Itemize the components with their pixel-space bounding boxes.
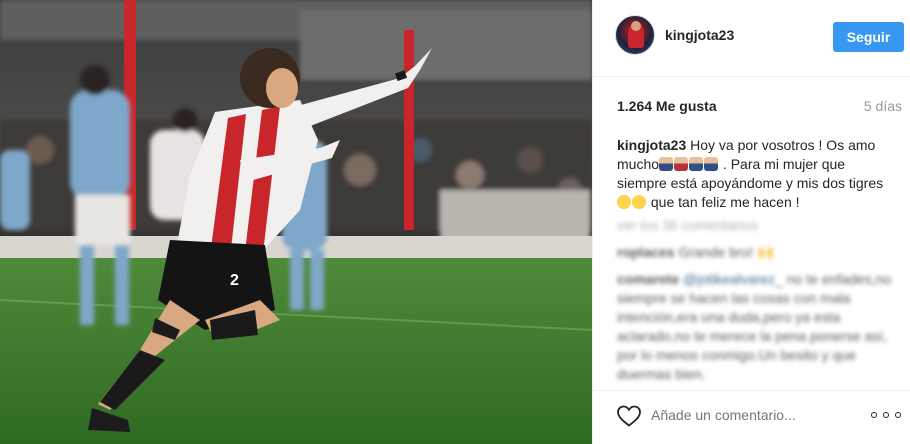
post-caption: kingjota23 Hoy va por vosotros ! Os amo … [617,136,887,212]
comment-text: no te enfades,no siempre se hacen las co… [617,271,892,382]
caption-username[interactable]: kingjota23 [617,137,686,153]
heart-icon[interactable] [616,404,642,428]
dot-icon [883,412,889,418]
post-sidebar: kingjota23 Seguir 1.264 Me gusta 5 días … [592,0,910,444]
load-more-comments[interactable]: ver los 36 comentarios [617,216,897,235]
avatar-head [631,21,641,31]
comment-username[interactable]: comarete [617,271,679,287]
caption-text-3: que tan feliz me hacen ! [650,194,800,210]
man-emoji-icon [689,157,704,171]
smiley-emoji-icon [617,195,631,209]
smiley-emoji-icon [632,195,646,209]
comment-input[interactable] [651,405,851,425]
post-header: kingjota23 Seguir [593,0,910,77]
comments-list: ver los 36 comentarios roplaces Grande b… [617,216,897,392]
shirt-number: 2 [230,272,239,289]
post-photo[interactable]: 2 [0,0,592,444]
post-time[interactable]: 5 días [864,98,902,114]
more-options-icon[interactable] [871,407,901,423]
man-emoji-icon [659,157,674,171]
football-celebration-image: 2 [0,0,592,444]
man-emoji-icon [674,157,689,171]
user-avatar[interactable] [615,15,655,55]
instagram-post: 2 kingjota23 Seguir 1.264 Me gusta 5 día… [0,0,910,444]
comment-username[interactable]: roplaces [617,244,675,260]
comment-item: roplaces Grande bro! 🙌 [617,243,897,262]
comment-text: Grande bro! 🙌 [678,244,775,260]
header-username[interactable]: kingjota23 [665,27,734,43]
post-footer [593,390,910,444]
dot-icon [895,412,901,418]
dot-icon [871,412,877,418]
follow-button[interactable]: Seguir [833,22,904,52]
comment-item: comarete @jotikealvarez_ no te enfades,n… [617,270,897,384]
man-emoji-icon [704,157,719,171]
comment-mention[interactable]: @jotikealvarez_ [683,271,783,287]
likes-count[interactable]: 1.264 Me gusta [617,98,717,114]
